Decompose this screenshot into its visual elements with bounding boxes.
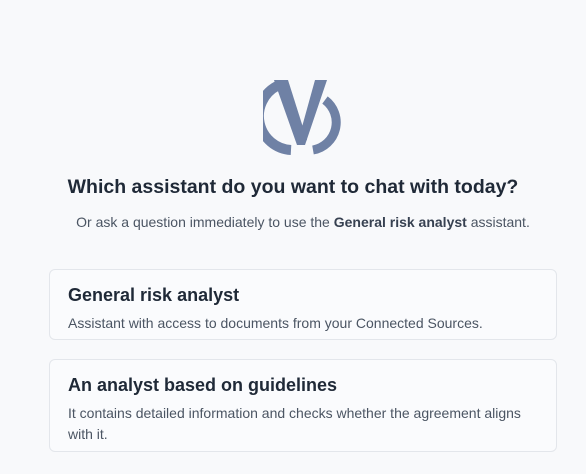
page-subtitle: Or ask a question immediately to use the… [0, 214, 586, 230]
v-logo-icon [253, 74, 345, 156]
assistant-card-guidelines-analyst[interactable]: An analyst based on guidelines It contai… [49, 359, 557, 452]
subtitle-suffix: assistant. [466, 214, 530, 230]
assistant-card-title: An analyst based on guidelines [68, 375, 338, 395]
default-assistant-name: General risk analyst [333, 214, 467, 230]
assistant-card-description: Assistant with access to documents from … [68, 315, 483, 331]
subtitle-prefix: Or ask a question immediately to use the [76, 214, 334, 230]
assistant-card-description: It contains detailed information and che… [68, 405, 521, 442]
assistant-card-title: General risk analyst [68, 285, 240, 305]
assistant-card-general-risk-analyst[interactable]: General risk analyst Assistant with acce… [49, 269, 557, 340]
page-title: Which assistant do you want to chat with… [67, 176, 519, 198]
